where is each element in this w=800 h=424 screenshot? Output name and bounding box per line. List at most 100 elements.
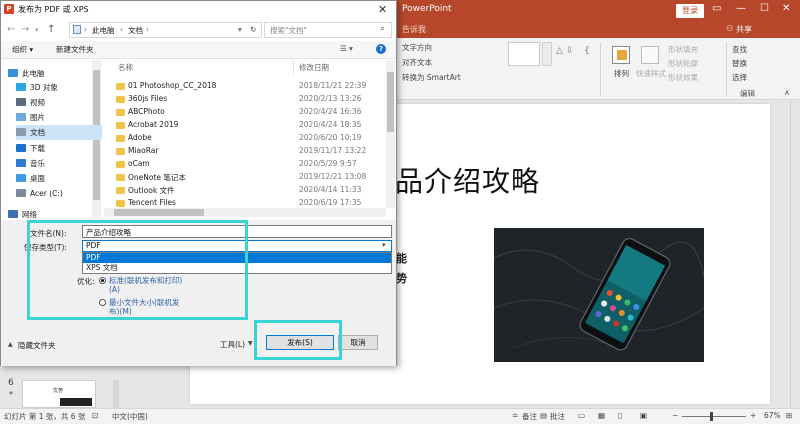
file-name[interactable]: oCam: [128, 159, 150, 168]
folder-icon: [16, 189, 26, 197]
slideshow-icon[interactable]: ▣: [640, 411, 647, 420]
file-name[interactable]: ABCPhoto: [128, 107, 165, 116]
ribbon-display-icon[interactable]: ▭: [712, 3, 721, 14]
new-folder-button[interactable]: 新建文件夹: [56, 44, 94, 55]
file-name[interactable]: 360js Files: [128, 94, 167, 103]
slide-text-line[interactable]: 势: [396, 270, 407, 286]
select-button[interactable]: 选择: [732, 72, 747, 83]
tools-dropdown-icon[interactable]: ▼: [248, 340, 253, 347]
slide-info: 幻灯片 第 1 张，共 6 张: [4, 412, 86, 421]
breadcrumb-item[interactable]: 文档: [128, 25, 143, 36]
back-arrow-icon[interactable]: ←: [7, 24, 15, 35]
chevron-down-icon[interactable]: ▾: [382, 241, 386, 249]
sidebar-item[interactable]: 此电脑: [8, 66, 94, 81]
chevron-up-icon[interactable]: ▲: [8, 341, 13, 348]
zoom-slider-thumb[interactable]: [710, 412, 713, 421]
close-icon[interactable]: ✕: [782, 3, 790, 14]
recent-dropdown-icon[interactable]: ▾: [35, 26, 39, 34]
tell-me-search[interactable]: 告诉我: [402, 24, 426, 35]
notes-button[interactable]: 备注: [522, 411, 537, 422]
file-date: 2019/11/17 13:22: [299, 146, 367, 155]
slide-title[interactable]: 品介绍攻略: [395, 160, 540, 200]
sidebar-item-label: 图片: [30, 113, 45, 122]
quick-styles-button[interactable]: 快速样式: [636, 68, 666, 79]
sidebar-item[interactable]: 桌面: [16, 171, 102, 186]
spellcheck-icon[interactable]: ⊡: [92, 411, 98, 420]
sidebar-item[interactable]: 下载: [16, 141, 102, 156]
comments-button[interactable]: 批注: [550, 411, 565, 422]
slide-scrollbar[interactable]: [790, 100, 800, 408]
shape-fill-button[interactable]: 形状填充: [668, 44, 698, 55]
file-name[interactable]: Acrobat 2019: [128, 120, 178, 129]
sorter-view-icon[interactable]: ▦: [598, 411, 605, 420]
sidebar-item[interactable]: 文档: [16, 125, 102, 140]
zoom-slider[interactable]: [682, 416, 746, 417]
normal-view-icon[interactable]: ▭: [578, 411, 585, 420]
forward-arrow-icon[interactable]: →: [21, 24, 29, 35]
ribbon-smartart[interactable]: 转换为 SmartArt: [402, 72, 461, 83]
replace-button[interactable]: 替换: [732, 58, 747, 69]
file-list-vscroll-thumb[interactable]: [387, 72, 394, 132]
file-name[interactable]: Tencent Files: [128, 198, 176, 207]
file-name[interactable]: Outlook 文件: [128, 185, 175, 196]
file-name[interactable]: MiaoRar: [128, 146, 158, 155]
share-button[interactable]: 共享: [736, 24, 752, 35]
organize-menu[interactable]: 组织 ▾: [12, 44, 33, 55]
notes-icon[interactable]: ≐: [512, 411, 518, 420]
arrow-shape-icon[interactable]: ⇩: [566, 46, 574, 56]
language-status[interactable]: 中文(中国): [112, 411, 148, 422]
address-dropdown-icon[interactable]: ▾: [238, 25, 242, 34]
sidebar-item[interactable]: 3D 对象: [16, 80, 102, 95]
sidebar-item[interactable]: 视频: [16, 95, 102, 110]
folder-icon: [16, 128, 26, 136]
file-list-hscroll-thumb[interactable]: [114, 209, 204, 216]
shapes-gallery[interactable]: [508, 42, 540, 66]
comments-icon[interactable]: ▤: [540, 411, 547, 420]
file-name[interactable]: OneNote 笔记本: [128, 172, 186, 183]
slide-text-line[interactable]: 能: [396, 250, 407, 266]
restore-icon[interactable]: ☐: [760, 3, 769, 14]
file-date: 2020/2/13 13:26: [299, 94, 362, 103]
find-button[interactable]: 查找: [732, 44, 747, 55]
zoom-out-icon[interactable]: −: [672, 411, 678, 420]
arrange-button[interactable]: 排列: [614, 68, 629, 79]
reading-view-icon[interactable]: ▯: [618, 411, 622, 420]
shape-effects-button[interactable]: 形状效果: [668, 72, 698, 83]
breadcrumb-item[interactable]: 此电脑: [92, 25, 115, 36]
thumb-scrollbar[interactable]: [113, 380, 119, 408]
gallery-scroll[interactable]: [542, 42, 552, 66]
search-icon[interactable]: ⌕: [380, 24, 385, 34]
file-name[interactable]: 01 Photoshop_CC_2018: [128, 81, 216, 90]
column-name[interactable]: 名称: [118, 62, 133, 73]
help-icon[interactable]: ?: [376, 44, 386, 54]
ribbon-align-text[interactable]: 对齐文本: [402, 57, 432, 68]
up-arrow-icon[interactable]: ↑: [47, 24, 55, 35]
view-options-icon[interactable]: ☰ ▾: [340, 44, 353, 53]
sidebar-item[interactable]: 图片: [16, 110, 102, 125]
refresh-icon[interactable]: ↻: [250, 25, 256, 34]
sidebar-item[interactable]: Acer (C:): [16, 186, 102, 201]
fit-slide-icon[interactable]: ⊞: [786, 411, 792, 420]
column-separator[interactable]: [293, 60, 294, 74]
folder-icon: [16, 159, 26, 167]
folder-icon: [116, 135, 125, 142]
dialog-close-icon[interactable]: ✕: [378, 3, 387, 16]
slide-phone-image[interactable]: [494, 228, 704, 362]
login-button[interactable]: 登录: [676, 4, 704, 18]
shape-outline-button[interactable]: 形状轮廓: [668, 58, 698, 69]
file-date: 2020/4/14 11:33: [299, 185, 362, 194]
zoom-in-icon[interactable]: +: [750, 411, 756, 420]
ribbon-text-direction[interactable]: 文字方向: [402, 42, 432, 53]
triangle-shape-icon[interactable]: △: [556, 46, 563, 56]
sidebar-item[interactable]: 音乐: [16, 156, 102, 171]
hide-folders-button[interactable]: 隐藏文件夹: [18, 340, 56, 351]
thumb-image: [60, 398, 92, 406]
tools-menu[interactable]: 工具(L): [220, 339, 245, 350]
zoom-level[interactable]: 67%: [764, 411, 781, 420]
file-name[interactable]: Adobe: [128, 133, 152, 142]
column-date[interactable]: 修改日期: [299, 62, 329, 73]
minimize-icon[interactable]: —: [736, 3, 746, 14]
cancel-button[interactable]: 取消: [338, 335, 378, 350]
collapse-ribbon-icon[interactable]: ∧: [784, 88, 790, 97]
brace-shape-icon[interactable]: {: [584, 46, 590, 56]
